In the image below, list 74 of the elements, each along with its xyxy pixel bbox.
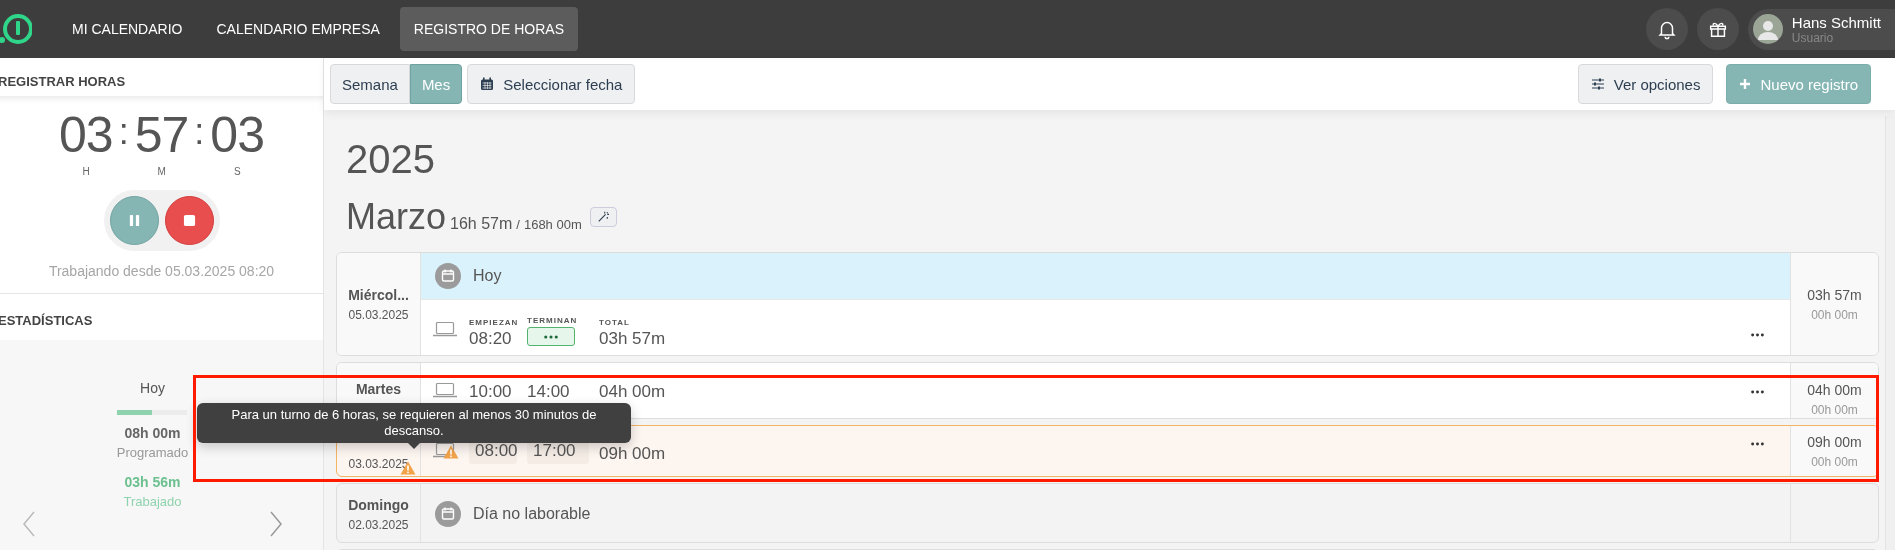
more-options-icon[interactable] — [1751, 333, 1764, 337]
tooltip: Para un turno de 6 horas, se requieren al menos 30 minutos de descanso. — [197, 403, 631, 443]
stop-button[interactable] — [164, 196, 214, 245]
more-options-icon[interactable] — [1751, 442, 1764, 446]
day-date: 02.03.2025 — [348, 517, 409, 532]
day-break-total: 00h 00m — [1811, 403, 1858, 417]
month-target-hours: 168h 00m — [523, 217, 582, 232]
timer-seconds: 03 — [210, 106, 264, 164]
user-menu[interactable]: Hans Schmitt Usuario — [1747, 8, 1895, 50]
more-options-icon[interactable] — [1751, 390, 1764, 394]
worked-value: 03h 56m — [124, 474, 181, 490]
timer-hours: 03 — [59, 106, 113, 164]
end-time: 14:00 — [527, 382, 571, 402]
nav-tab[interactable]: REGISTRO DE HORAS — [399, 7, 578, 51]
magic-wand-icon — [597, 211, 610, 223]
avatar-icon — [1752, 14, 1783, 44]
day-date: 05.03.2025 — [348, 307, 409, 322]
day-break-total: 00h 00m — [1811, 307, 1858, 322]
gifts-button[interactable] — [1696, 8, 1739, 50]
view-tab[interactable]: Semana — [330, 64, 410, 104]
auto-fill-button[interactable] — [589, 207, 617, 227]
tooltip-pointer — [408, 443, 420, 449]
laptop-icon — [433, 321, 457, 337]
entry-total: 09h 00m — [599, 444, 666, 464]
entry-total: 04h 00m — [599, 382, 666, 402]
field-label: EMPIEZAN — [469, 318, 517, 327]
timer-unit-label: S — [233, 166, 241, 177]
worked-label: Trabajado — [123, 494, 182, 509]
day-name: Domingo — [348, 496, 409, 513]
day-total: 04h 00m — [1807, 382, 1862, 398]
laptop-icon — [433, 442, 457, 458]
day-total: 03h 57m — [1807, 286, 1862, 303]
calendar-icon — [435, 501, 461, 527]
scheduled-value: 08h 00m — [124, 425, 181, 441]
timer-unit-label: H — [82, 166, 90, 177]
field-label: TERMINAN — [527, 316, 579, 325]
start-time: 10:00 — [469, 382, 513, 402]
start-time: 08:20 — [469, 329, 513, 349]
select-date-button[interactable]: Seleccionar fecha — [467, 64, 636, 104]
logo-icon — [0, 12, 32, 46]
day-break-total: 00h 00m — [1811, 454, 1858, 469]
month-heading: Marzo — [346, 196, 447, 238]
pause-button[interactable] — [109, 196, 159, 245]
day-name: Martes — [355, 381, 402, 397]
stats-period: Hoy — [140, 380, 165, 396]
day-total: 09h 00m — [1807, 433, 1862, 450]
working-since-text: Trabajando desde 05.03.2025 08:20 — [48, 263, 275, 279]
user-role: Usuario — [1791, 30, 1835, 45]
day-name: Miércol... — [348, 286, 409, 303]
month-separator: / — [516, 217, 520, 232]
entry-total: 03h 57m — [599, 329, 666, 349]
year-heading: 2025 — [346, 137, 436, 182]
view-options-button[interactable]: Ver opciones — [1577, 64, 1714, 104]
calendar-icon — [435, 263, 461, 289]
timer-separator: : — [194, 111, 205, 153]
pause-icon — [127, 214, 141, 227]
calendar-icon — [480, 77, 495, 91]
user-name: Hans Schmitt — [1791, 13, 1881, 31]
day-date: 03.03.2025 — [348, 457, 409, 471]
banner-text: Día no laborable — [473, 505, 591, 523]
timer-separator: : — [118, 111, 129, 153]
laptop-icon — [433, 382, 457, 398]
timer-unit-label: M — [157, 166, 166, 177]
nav-tab[interactable]: MI CALENDARIO — [58, 7, 197, 51]
plus-icon — [1739, 78, 1752, 90]
banner-text: Hoy — [473, 267, 502, 285]
nav-tab[interactable]: CALENDARIO EMPRESA — [202, 7, 394, 51]
timer-minutes: 57 — [134, 106, 189, 164]
field-label: TOTAL — [599, 318, 631, 327]
notifications-button[interactable] — [1645, 8, 1688, 50]
month-worked-hours: 16h 57m — [450, 215, 513, 233]
sliders-icon — [1590, 77, 1605, 91]
scheduled-label: Programado — [116, 445, 189, 460]
stop-icon — [182, 214, 196, 227]
